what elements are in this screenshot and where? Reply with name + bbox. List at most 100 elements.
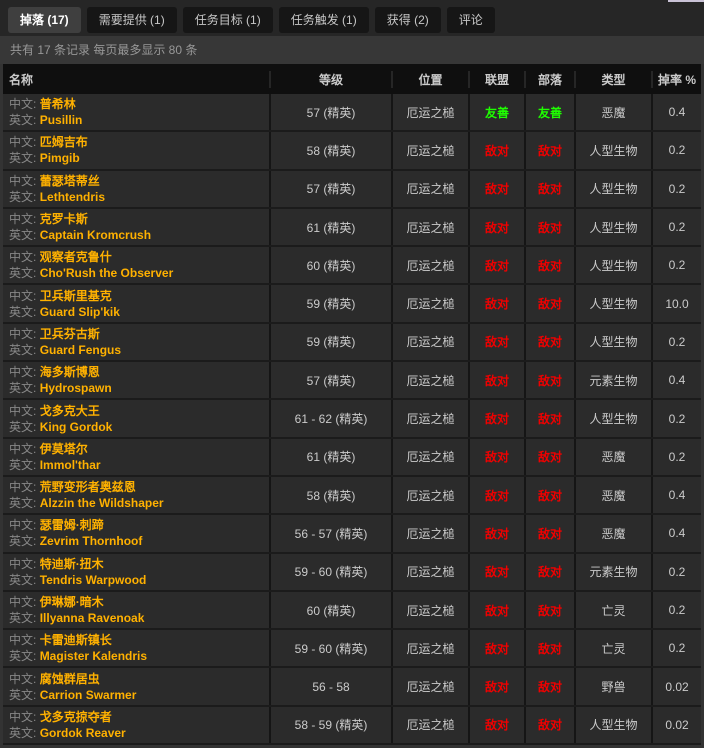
npc-name-en-link[interactable]: Guard Fengus	[40, 343, 121, 357]
en-label: 英文:	[9, 573, 36, 587]
npc-name-cell: 中文: 克罗卡斯英文: Captain Kromcrush	[3, 209, 269, 245]
npc-name-en-link[interactable]: King Gordok	[40, 420, 113, 434]
npc-name-en-link[interactable]: Guard Slip'kik	[40, 305, 120, 319]
horde-standing: 敌对	[538, 448, 562, 465]
npc-row: 中文: 戈多克掠夺者英文: Gordok Reaver58 - 59 (精英)厄…	[3, 707, 701, 745]
en-label: 英文:	[9, 649, 36, 663]
npc-row: 中文: 腐蚀群居虫英文: Carrion Swarmer56 - 58厄运之槌敌…	[3, 668, 701, 706]
location-link[interactable]: 厄运之槌	[406, 142, 454, 159]
npc-name-en-link[interactable]: Cho'Rush the Observer	[40, 266, 174, 280]
npc-name-cn-link[interactable]: 伊莫塔尔	[40, 442, 88, 456]
creature-type-cell: 恶魔	[574, 439, 651, 475]
drop-rate-cell: 0.2	[651, 592, 701, 628]
npc-name-cn-link[interactable]: 特迪斯·扭木	[40, 557, 104, 571]
npc-name-en-link[interactable]: Hydrospawn	[40, 381, 112, 395]
creature-type-cell: 人型生物	[574, 707, 651, 743]
level-cell: 60 (精英)	[269, 592, 391, 628]
npc-name-en-link[interactable]: Alzzin the Wildshaper	[40, 496, 164, 510]
alliance-standing: 敌对	[485, 372, 509, 389]
location-link[interactable]: 厄运之槌	[406, 219, 454, 236]
npc-row: 中文: 克罗卡斯英文: Captain Kromcrush61 (精英)厄运之槌…	[3, 209, 701, 247]
npc-row: 中文: 卫兵斯里基克英文: Guard Slip'kik59 (精英)厄运之槌敌…	[3, 285, 701, 323]
npc-name-cn-link[interactable]: 克罗卡斯	[40, 212, 88, 226]
horde-standing: 敌对	[538, 219, 562, 236]
npc-name-cn-link[interactable]: 匹姆吉布	[40, 135, 88, 149]
location-link[interactable]: 厄运之槌	[406, 448, 454, 465]
tab-item[interactable]: 任务触发 (1)	[279, 7, 369, 33]
npc-name-en-link[interactable]: Tendris Warpwood	[40, 573, 147, 587]
location-cell: 厄运之槌	[391, 285, 468, 321]
location-cell: 厄运之槌	[391, 94, 468, 130]
level-cell: 57 (精英)	[269, 94, 391, 130]
location-link[interactable]: 厄运之槌	[406, 333, 454, 350]
location-link[interactable]: 厄运之槌	[406, 257, 454, 274]
npc-name-en-link[interactable]: Lethtendris	[40, 190, 105, 204]
npc-name-en-link[interactable]: Zevrim Thornhoof	[40, 534, 143, 548]
location-link[interactable]: 厄运之槌	[406, 525, 454, 542]
horde-standing: 敌对	[538, 678, 562, 695]
horde-standing-cell: 敌对	[524, 324, 574, 360]
drop-rate-cell: 0.4	[651, 515, 701, 551]
location-link[interactable]: 厄运之槌	[406, 716, 454, 733]
location-link[interactable]: 厄运之槌	[406, 640, 454, 657]
en-label: 英文:	[9, 534, 36, 548]
npc-name-cn-link[interactable]: 蕾瑟塔蒂丝	[40, 174, 100, 188]
npc-name-en-link[interactable]: Carrion Swarmer	[40, 688, 137, 702]
drop-rate-cell: 0.02	[651, 668, 701, 704]
location-link[interactable]: 厄运之槌	[406, 104, 454, 121]
npc-name-cn-link[interactable]: 普希林	[40, 97, 76, 111]
npc-name-cn-link[interactable]: 戈多克掠夺者	[40, 710, 112, 724]
location-cell: 厄运之槌	[391, 362, 468, 398]
npc-name-en-link[interactable]: Pimgib	[40, 151, 80, 165]
location-link[interactable]: 厄运之槌	[406, 563, 454, 580]
location-link[interactable]: 厄运之槌	[406, 372, 454, 389]
tab-item[interactable]: 需要提供 (1)	[87, 7, 177, 33]
location-link[interactable]: 厄运之槌	[406, 410, 454, 427]
alliance-standing-cell: 敌对	[468, 324, 524, 360]
npc-name-cell: 中文: 伊莫塔尔英文: Immol'thar	[3, 439, 269, 475]
npc-name-en-link[interactable]: Immol'thar	[40, 458, 101, 472]
npc-name-cn-link[interactable]: 荒野变形者奥兹恩	[40, 480, 136, 494]
npc-name-en-link[interactable]: Gordok Reaver	[40, 726, 126, 740]
tab-item[interactable]: 掉落 (17)	[8, 7, 81, 33]
npc-name-en-link[interactable]: Magister Kalendris	[40, 649, 147, 663]
alliance-standing: 敌对	[485, 410, 509, 427]
npc-name-cn-link[interactable]: 卫兵芬古斯	[40, 327, 100, 341]
drop-rate-cell: 0.2	[651, 324, 701, 360]
alliance-standing-cell: 友善	[468, 94, 524, 130]
tab-item[interactable]: 任务目标 (1)	[183, 7, 273, 33]
tab-item[interactable]: 评论	[447, 7, 495, 33]
location-link[interactable]: 厄运之槌	[406, 602, 454, 619]
creature-type-cell: 人型生物	[574, 400, 651, 436]
npc-name-cn-link[interactable]: 伊琳娜·暗木	[40, 595, 104, 609]
location-link[interactable]: 厄运之槌	[406, 678, 454, 695]
npc-name-cell: 中文: 戈多克掠夺者英文: Gordok Reaver	[3, 707, 269, 743]
location-link[interactable]: 厄运之槌	[406, 180, 454, 197]
npc-row: 中文: 荒野变形者奥兹恩英文: Alzzin the Wildshaper58 …	[3, 477, 701, 515]
level-cell: 57 (精英)	[269, 362, 391, 398]
location-link[interactable]: 厄运之槌	[406, 487, 454, 504]
en-label: 英文:	[9, 151, 36, 165]
cn-label: 中文:	[9, 97, 36, 111]
npc-name-cn-link[interactable]: 卫兵斯里基克	[40, 289, 112, 303]
cn-label: 中文:	[9, 672, 36, 686]
npc-name-cn-link[interactable]: 海多斯博恩	[40, 365, 100, 379]
npc-name-cn-link[interactable]: 腐蚀群居虫	[40, 672, 100, 686]
npc-name-cn-link[interactable]: 卡雷迪斯镇长	[40, 633, 112, 647]
creature-type-cell: 人型生物	[574, 209, 651, 245]
level-cell: 59 - 60 (精英)	[269, 630, 391, 666]
location-cell: 厄运之槌	[391, 324, 468, 360]
alliance-standing-cell: 敌对	[468, 668, 524, 704]
npc-name-cn-link[interactable]: 戈多克大王	[40, 404, 100, 418]
npc-name-en-link[interactable]: Pusillin	[40, 113, 83, 127]
npc-row: 中文: 普希林英文: Pusillin57 (精英)厄运之槌友善友善恶魔0.4	[3, 94, 701, 132]
npc-name-cn-link[interactable]: 瑟雷姆·刺蹄	[40, 518, 104, 532]
horde-standing-cell: 敌对	[524, 668, 574, 704]
location-cell: 厄运之槌	[391, 171, 468, 207]
tab-item[interactable]: 获得 (2)	[375, 7, 441, 33]
npc-name-en-link[interactable]: Illyanna Ravenoak	[40, 611, 145, 625]
npc-name-cn-link[interactable]: 观察者克鲁什	[40, 250, 112, 264]
creature-type-cell: 元素生物	[574, 554, 651, 590]
location-link[interactable]: 厄运之槌	[406, 295, 454, 312]
npc-name-en-link[interactable]: Captain Kromcrush	[40, 228, 151, 242]
